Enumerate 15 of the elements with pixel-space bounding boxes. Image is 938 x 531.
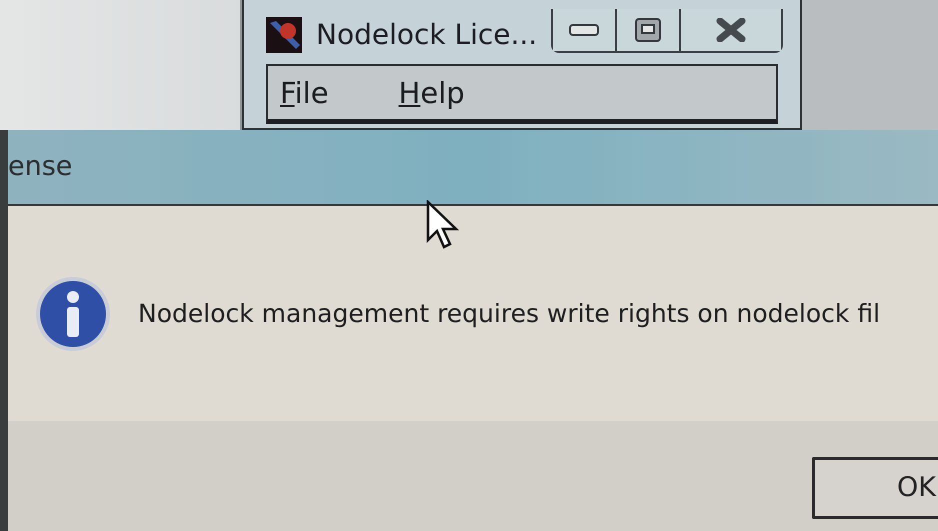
message-text: Nodelock management requires write rights on nodelock fil: [138, 298, 880, 330]
menu-item[interactable]: File: [280, 72, 329, 113]
info-icon: [34, 274, 112, 352]
maximize-icon: [635, 18, 662, 42]
pointer-icon: [426, 200, 460, 250]
minimize-button[interactable]: [553, 9, 618, 51]
app-icon: [266, 17, 302, 53]
minimize-icon: [569, 24, 600, 36]
dialog-title: ense: [8, 150, 72, 184]
ok-button[interactable]: OK: [812, 457, 938, 519]
close-icon: [716, 18, 746, 42]
close-button[interactable]: [681, 9, 782, 51]
window-title: Nodelock Lice...: [316, 17, 538, 53]
maximize-button[interactable]: [617, 9, 682, 51]
menu-item[interactable]: Help: [398, 72, 465, 113]
